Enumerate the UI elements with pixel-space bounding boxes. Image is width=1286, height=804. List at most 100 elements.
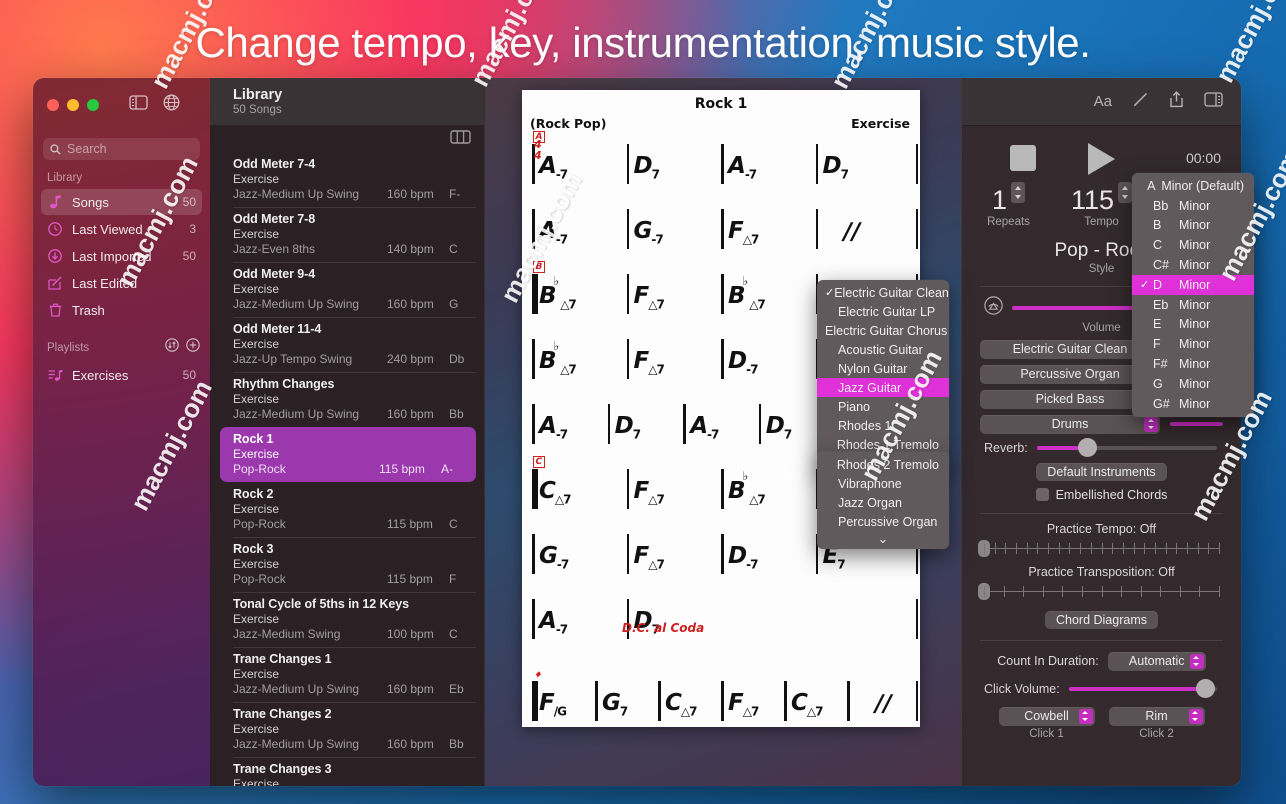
measure[interactable]: F△7 bbox=[721, 209, 816, 249]
measure[interactable]: A-7 bbox=[683, 404, 759, 444]
menu-item[interactable]: Nylon Guitar bbox=[817, 359, 949, 378]
song-list-item[interactable]: Rock 3 Exercise Pop-Rock 115 bpm F bbox=[210, 537, 484, 592]
repeats-stepper[interactable]: 1 Repeats bbox=[962, 182, 1055, 228]
sidebar-item-exercises[interactable]: Exercises 50 bbox=[41, 362, 202, 388]
measure[interactable]: G-7 bbox=[532, 534, 627, 574]
plus-circle-icon[interactable] bbox=[186, 338, 200, 357]
sidebar-item-last-edited[interactable]: Last Edited bbox=[41, 270, 202, 296]
count-in-select[interactable]: Automatic bbox=[1107, 651, 1206, 671]
stop-button[interactable] bbox=[1010, 145, 1036, 171]
instrument-select[interactable]: Drums bbox=[980, 414, 1160, 434]
embellished-chords-checkbox[interactable] bbox=[1035, 488, 1049, 501]
menu-item[interactable]: Jazz Guitar bbox=[817, 378, 949, 397]
song-list-item[interactable]: Trane Changes 3 Exercise bbox=[210, 757, 484, 786]
menu-item[interactable]: Vibraphone bbox=[817, 474, 949, 493]
maximize-button[interactable] bbox=[87, 99, 99, 111]
click1-select[interactable]: Cowbell bbox=[998, 706, 1095, 726]
sidebar-item-trash[interactable]: Trash bbox=[41, 297, 202, 323]
sidebar-item-songs[interactable]: Songs 50 bbox=[41, 189, 202, 215]
menu-item[interactable]: ✓ D Minor bbox=[1132, 274, 1254, 295]
play-button[interactable] bbox=[1088, 143, 1115, 175]
chevron-updown-icon[interactable] bbox=[1188, 708, 1203, 724]
song-list-item[interactable]: Trane Changes 1 Exercise Jazz-Medium Up Sw… bbox=[210, 647, 484, 702]
practice-transposition-slider[interactable] bbox=[978, 583, 1220, 600]
embellished-chords-row[interactable]: Embellished Chords bbox=[962, 488, 1241, 502]
measure[interactable]: C△7 bbox=[784, 681, 847, 721]
chevron-updown-icon[interactable] bbox=[1078, 708, 1093, 724]
measure[interactable]: C C△7 bbox=[532, 456, 627, 509]
song-list-item[interactable]: Odd Meter 7-4 Exercise Jazz-Medium Up Swin… bbox=[210, 152, 484, 207]
menu-item[interactable]: Rhodes 2 Tremolo bbox=[817, 455, 949, 474]
menu-item[interactable]: F# Minor bbox=[1132, 354, 1254, 374]
measure[interactable]: F△7 bbox=[626, 469, 722, 509]
chevron-updown-icon[interactable] bbox=[1144, 416, 1158, 432]
key-dropdown-menu[interactable]: A Minor (Default) Bb Minor B Minor C Minor C# Min… bbox=[1132, 173, 1254, 417]
menu-item[interactable]: A Minor (Default) bbox=[1132, 176, 1254, 196]
instrument-dropdown-menu-continued[interactable]: Rhodes 2 Tremolo Vibraphone Jazz Organ Perc… bbox=[817, 452, 949, 549]
inspector-panel-icon[interactable] bbox=[1204, 91, 1223, 112]
measure[interactable]: G-7 bbox=[626, 209, 722, 249]
song-list-item[interactable]: Odd Meter 7-8 Exercise Jazz-Even 8ths 140 b… bbox=[210, 207, 484, 262]
click2-select[interactable]: Rim bbox=[1108, 706, 1205, 726]
measure[interactable]: D7 bbox=[607, 404, 684, 444]
song-list-item[interactable]: Rock 2 Exercise Pop-Rock 115 bpm C bbox=[210, 482, 484, 537]
menu-item[interactable]: Eb Minor bbox=[1132, 295, 1254, 315]
measure[interactable]: A-7 bbox=[532, 599, 627, 639]
measure[interactable]: F△7 bbox=[626, 339, 722, 379]
text-size-icon[interactable]: Aa bbox=[1094, 93, 1112, 110]
menu-item[interactable]: Piano bbox=[817, 397, 949, 416]
menu-item[interactable]: G# Minor bbox=[1132, 394, 1254, 414]
menu-item[interactable]: Percussive Organ bbox=[817, 512, 949, 531]
song-list-item[interactable]: Odd Meter 9-4 Exercise Jazz-Medium Up Swin… bbox=[210, 262, 484, 317]
measure[interactable]: 𝄌 F/G bbox=[532, 670, 595, 721]
menu-item[interactable]: E Minor bbox=[1132, 315, 1254, 335]
measure[interactable]: B♭△7 bbox=[721, 274, 816, 314]
close-button[interactable] bbox=[47, 99, 59, 111]
menu-item[interactable]: Bb Minor bbox=[1132, 196, 1254, 216]
measure[interactable]: D-7 bbox=[721, 534, 816, 574]
search-input[interactable]: Search bbox=[43, 138, 200, 160]
menu-item[interactable]: C# Minor bbox=[1132, 255, 1254, 275]
chevron-updown-icon[interactable] bbox=[1189, 653, 1204, 669]
measure[interactable]: A-7 bbox=[532, 404, 608, 444]
column-view-icon[interactable] bbox=[450, 129, 471, 149]
measure[interactable]: D-7 bbox=[721, 339, 816, 379]
instrument-dropdown-menu[interactable]: ✓ Electric Guitar Clean Electric Guitar LP… bbox=[817, 280, 949, 472]
measure[interactable]: F△7 bbox=[626, 274, 722, 314]
reverb-slider[interactable] bbox=[1036, 438, 1217, 457]
minimize-button[interactable] bbox=[67, 99, 79, 111]
tempo-stepper-arrows[interactable] bbox=[1118, 182, 1133, 203]
measure[interactable]: A-7 bbox=[721, 144, 816, 184]
menu-item[interactable]: G Minor bbox=[1132, 374, 1254, 394]
song-list-item[interactable]: Trane Changes 2 Exercise Jazz-Medium Up Sw… bbox=[210, 702, 484, 757]
menu-item[interactable]: Electric Guitar Chorus bbox=[817, 321, 949, 340]
sidebar-item-last-imported[interactable]: Last Imported 50 bbox=[41, 243, 202, 269]
song-list-item[interactable]: Rock 1 Exercise Pop-Rock 115 bpm A- bbox=[220, 427, 476, 482]
measure[interactable]: D7 bbox=[626, 144, 722, 184]
song-list-scroll[interactable]: Odd Meter 7-4 Exercise Jazz-Medium Up Swin… bbox=[210, 152, 484, 786]
share-icon[interactable] bbox=[1169, 90, 1184, 113]
measure[interactable]: B B♭△7 bbox=[532, 261, 627, 314]
sidebar-icon[interactable] bbox=[129, 95, 148, 115]
menu-item[interactable]: ✓ Electric Guitar Clean bbox=[817, 283, 949, 302]
song-list-item[interactable]: Tonal Cycle of 5ths in 12 Keys Exercise Ja… bbox=[210, 592, 484, 647]
menu-item[interactable]: B Minor bbox=[1132, 216, 1254, 236]
instrument-volume-slider[interactable] bbox=[1170, 422, 1223, 426]
measure[interactable]: F△7 bbox=[626, 534, 722, 574]
measure[interactable]: C△7 bbox=[658, 681, 721, 721]
sort-icon[interactable] bbox=[165, 338, 179, 357]
menu-item[interactable]: F Minor bbox=[1132, 334, 1254, 354]
measure[interactable]: ∕∕ bbox=[847, 681, 910, 721]
measure[interactable]: A-7 bbox=[532, 209, 627, 249]
click-volume-slider[interactable] bbox=[1068, 679, 1217, 698]
default-instruments-button[interactable]: Default Instruments bbox=[1036, 462, 1167, 481]
measure[interactable]: A 4 4 A-7 bbox=[532, 131, 627, 184]
repeats-stepper-arrows[interactable] bbox=[1011, 182, 1026, 203]
song-list-item[interactable]: Rhythm Changes Exercise Jazz-Medium Up Swi… bbox=[210, 372, 484, 427]
menu-item[interactable]: Electric Guitar LP bbox=[817, 302, 949, 321]
sidebar-item-last-viewed[interactable]: Last Viewed 3 bbox=[41, 216, 202, 242]
practice-tempo-slider[interactable] bbox=[978, 540, 1220, 557]
globe-icon[interactable] bbox=[163, 94, 180, 116]
song-list-item[interactable]: Odd Meter 11-4 Exercise Jazz-Up Tempo Swin… bbox=[210, 317, 484, 372]
measure[interactable]: G7 bbox=[595, 681, 658, 721]
